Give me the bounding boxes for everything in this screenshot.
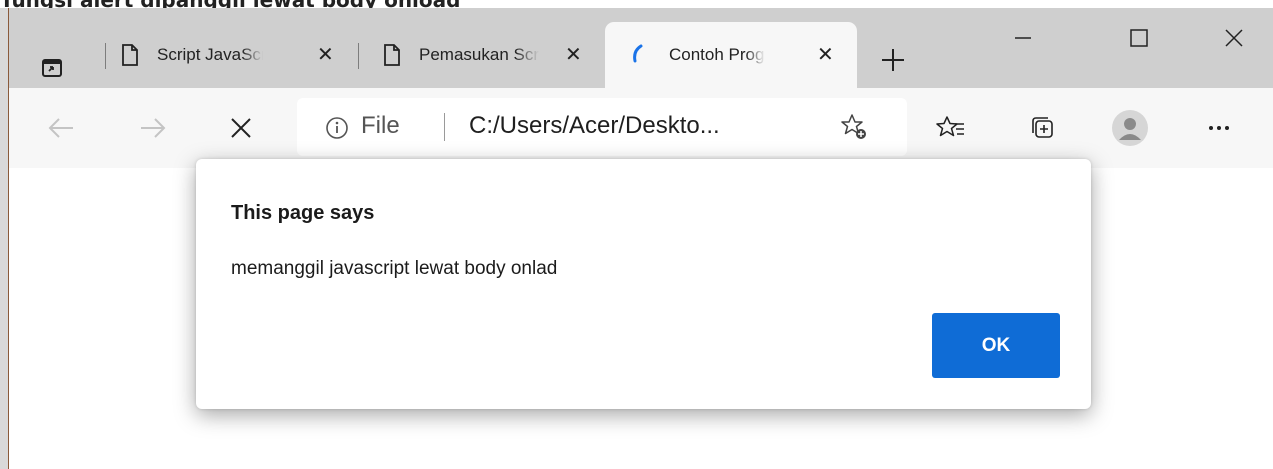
page-icon xyxy=(119,42,141,68)
forward-button[interactable] xyxy=(133,108,173,148)
address-separator xyxy=(444,113,445,141)
maximize-button[interactable] xyxy=(1109,18,1169,58)
tab-actions-icon[interactable] xyxy=(33,50,71,86)
background-caption: Tungsi alert dipanggil lewat body onload xyxy=(0,0,1273,8)
dialog-title: This page says xyxy=(231,202,375,224)
scheme-label: File xyxy=(361,112,400,139)
tab-script-javascript[interactable]: Script JavaScript ✕ xyxy=(119,22,364,88)
page-icon xyxy=(381,42,403,68)
collections-icon[interactable] xyxy=(1023,108,1063,148)
navigation-toolbar: File C:/Users/Acer/Deskto... xyxy=(9,88,1273,168)
favorites-icon[interactable] xyxy=(931,108,971,148)
tab-close-icon[interactable]: ✕ xyxy=(565,42,582,66)
tab-label: Contoh Program xyxy=(669,45,765,64)
more-menu-icon[interactable] xyxy=(1199,108,1239,148)
tab-label: Script JavaScript xyxy=(157,45,263,64)
tab-close-icon[interactable]: ✕ xyxy=(317,42,334,66)
back-button[interactable] xyxy=(41,108,81,148)
tab-label: Pemasukan Script xyxy=(419,45,539,64)
tab-pemasukan-script[interactable]: Pemasukan Script ✕ xyxy=(381,22,611,88)
tab-separator xyxy=(358,43,359,69)
minimize-button[interactable] xyxy=(993,18,1053,58)
tab-strip: Script JavaScript ✕ Pemasukan Script ✕ C… xyxy=(9,8,1273,88)
alert-dialog: This page says memanggil javascript lewa… xyxy=(196,159,1091,409)
ok-button[interactable]: OK xyxy=(932,313,1060,378)
dialog-message: memanggil javascript lewat body onlad xyxy=(231,258,558,279)
tab-contoh-program[interactable]: Contoh Program ✕ xyxy=(605,22,857,88)
new-tab-button[interactable] xyxy=(873,40,913,80)
profile-avatar[interactable] xyxy=(1110,108,1150,148)
url-text[interactable]: C:/Users/Acer/Deskto... xyxy=(469,112,720,140)
close-window-button[interactable] xyxy=(1204,18,1264,58)
add-favorite-icon[interactable] xyxy=(839,112,869,147)
stop-loading-button[interactable] xyxy=(221,108,261,148)
address-bar[interactable]: File C:/Users/Acer/Deskto... xyxy=(297,98,907,156)
tab-close-icon[interactable]: ✕ xyxy=(817,42,834,66)
background-caption-text: Tungsi alert dipanggil lewat body onload xyxy=(0,0,460,8)
loading-spinner-icon xyxy=(627,42,649,68)
info-icon[interactable] xyxy=(325,116,349,145)
window-left-edge xyxy=(0,8,9,469)
browser-window: Script JavaScript ✕ Pemasukan Script ✕ C… xyxy=(9,8,1273,469)
tab-separator xyxy=(105,43,106,69)
